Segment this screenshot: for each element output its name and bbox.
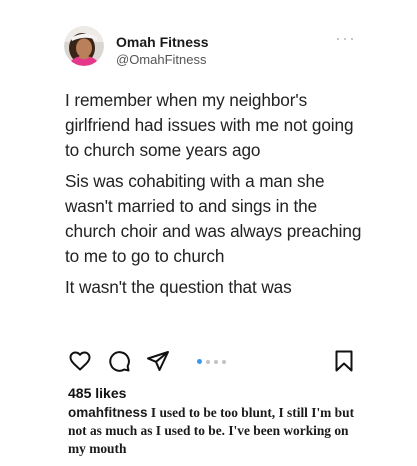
likes-count[interactable]: 485 likes [68,385,126,401]
caption: omahfitness I used to be too blunt, I st… [68,404,368,458]
display-name[interactable]: Omah Fitness [116,34,209,50]
instagram-post: Omah Fitness @OmahFitness I remember whe… [0,0,417,466]
profile-photo-avatar [64,26,104,66]
heart-icon[interactable] [68,349,92,373]
tweet-text: I remember when my neighbor's girlfriend… [65,88,365,306]
bookmark-icon[interactable] [332,349,356,373]
user-handle[interactable]: @OmahFitness [116,52,207,67]
caption-username[interactable]: omahfitness [68,405,148,420]
tweet-paragraph: I remember when my neighbor's girlfriend… [65,90,354,160]
more-dots-icon[interactable] [337,36,353,42]
tweet-paragraph: It wasn't the question that was [65,277,292,297]
send-arrow-icon[interactable] [146,349,170,373]
carousel-dot [197,359,202,364]
carousel-indicator [197,359,226,364]
tweet-paragraph: Sis was cohabiting with a man she wasn't… [65,171,362,266]
carousel-dot [222,359,226,364]
avatar[interactable] [64,26,104,66]
carousel-dot [206,359,210,364]
comment-bubble-icon[interactable] [107,349,131,373]
carousel-dot [214,359,218,364]
